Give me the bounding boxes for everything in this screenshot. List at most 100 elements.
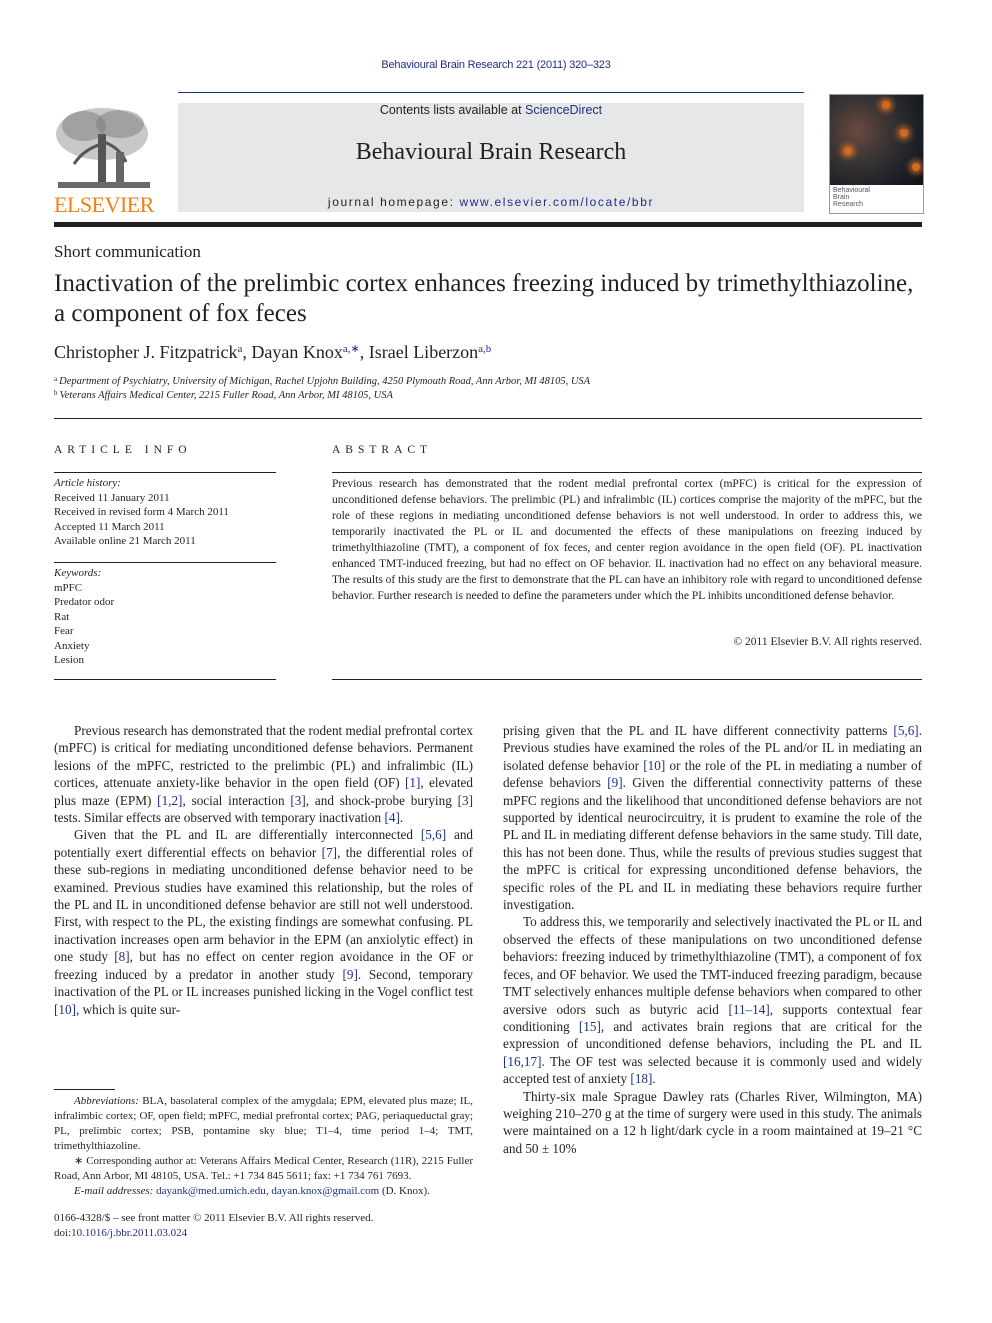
divider xyxy=(54,472,276,473)
body-text: , and shock-probe burying xyxy=(305,792,458,808)
citation-link[interactable]: [16,17] xyxy=(503,1054,541,1069)
sciencedirect-link[interactable]: ScienceDirect xyxy=(525,103,602,117)
tree-icon xyxy=(56,108,150,188)
doi-line: doi:10.1016/j.bbr.2011.03.024 xyxy=(54,1226,373,1241)
citation-link[interactable]: [10] xyxy=(54,1002,76,1017)
running-head[interactable]: Behavioural Brain Research 221 (2011) 32… xyxy=(0,59,992,71)
journal-cover-thumbnail[interactable]: Behavioural Brain Research xyxy=(829,94,924,214)
author-name[interactable]: Christopher J. Fitzpatrick xyxy=(54,342,237,362)
author-affiliation-marker[interactable]: a,b xyxy=(478,343,491,355)
homepage-line: journal homepage: www.elsevier.com/locat… xyxy=(178,195,804,209)
keywords: Keywords: mPFC Predator odor Rat Fear An… xyxy=(54,566,114,668)
body-paragraph: To address this, we temporarily and sele… xyxy=(503,913,922,1087)
divider xyxy=(54,562,276,563)
elsevier-wordmark: ELSEVIER xyxy=(54,192,154,217)
journal-title: Behavioural Brain Research xyxy=(355,139,627,165)
history-item: Available online 21 March 2011 xyxy=(54,535,196,547)
cover-title: Behavioural Brain Research xyxy=(833,187,870,208)
keywords-label: Keywords: xyxy=(54,567,102,579)
header-thick-rule xyxy=(54,222,922,227)
history-item: Received in revised form 4 March 2011 xyxy=(54,506,229,518)
article-info-heading: ARTICLE INFO xyxy=(54,444,192,456)
journal-homepage-link[interactable]: www.elsevier.com/locate/bbr xyxy=(459,195,654,209)
issn-line: 0166-4328/$ – see front matter © 2011 El… xyxy=(54,1212,374,1224)
citation-link[interactable]: [7] xyxy=(322,845,337,860)
author-name[interactable]: Dayan Knox xyxy=(251,342,342,362)
cover-title-line: Brain xyxy=(833,194,850,201)
affiliation-text: Department of Psychiatry, University of … xyxy=(59,376,591,387)
divider xyxy=(54,679,276,680)
neuron-glow-icon xyxy=(900,129,908,137)
divider xyxy=(332,472,922,473)
cover-title-line: Behavioural xyxy=(833,187,870,194)
contents-prefix: Contents lists available at xyxy=(379,103,526,117)
citation-link[interactable]: [1,2] xyxy=(157,793,182,808)
citation-link[interactable]: [11–14] xyxy=(728,1002,769,1017)
citation-link[interactable]: [10] xyxy=(643,758,665,773)
divider xyxy=(332,679,922,680)
keyword: Anxiety xyxy=(54,639,90,652)
journal-masthead: Contents lists available at ScienceDirec… xyxy=(178,103,804,212)
keyword: Predator odor xyxy=(54,596,115,608)
divider xyxy=(54,418,922,419)
citation-link[interactable]: [9] xyxy=(607,775,622,790)
body-text: , the differential roles of these sub-re… xyxy=(54,844,473,965)
keyword: mPFC xyxy=(54,581,83,594)
author-name[interactable]: Israel Liberzon xyxy=(369,342,478,362)
citation-link[interactable]: [5,6] xyxy=(893,723,918,738)
body-text: , which is quite sur- xyxy=(75,1001,181,1017)
history-label: Article history: xyxy=(54,477,121,489)
body-text: tests. Similar effects are observed with… xyxy=(54,810,385,826)
neuron-glow-icon xyxy=(882,101,890,109)
body-text: . xyxy=(399,810,404,826)
contents-line: Contents lists available at ScienceDirec… xyxy=(178,103,804,117)
abstract-heading: ABSTRACT xyxy=(332,444,433,456)
citation-link[interactable]: [15] xyxy=(579,1019,601,1034)
body-text: . Given the differential connectivity pa… xyxy=(503,775,922,913)
abbreviations-label: Abbreviations: xyxy=(74,1095,139,1107)
affiliation: a Department of Psychiatry, University of… xyxy=(54,375,590,389)
author-separator: , xyxy=(359,342,369,362)
citation-link[interactable]: [3] xyxy=(290,793,305,808)
author-affiliation-marker[interactable]: a,∗ xyxy=(343,343,360,355)
email-link[interactable]: dayan.knox@gmail.com xyxy=(271,1185,379,1197)
affiliation-key: b xyxy=(54,389,58,397)
abstract-copyright: © 2011 Elsevier B.V. All rights reserved… xyxy=(733,636,922,648)
neuron-glow-icon xyxy=(912,163,920,171)
history-item: Accepted 11 March 2011 xyxy=(54,520,165,533)
email-link[interactable]: dayank@med.umich.edu xyxy=(156,1185,266,1197)
email-footnote: E-mail addresses: dayank@med.umich.edu, … xyxy=(54,1184,473,1199)
doi-link[interactable]: 10.1016/j.bbr.2011.03.024 xyxy=(71,1227,187,1239)
body-text: Thirty-six male Sprague Dawley rats (Cha… xyxy=(503,1088,922,1156)
body-column-left: Previous research has demonstrated that … xyxy=(54,722,473,1018)
body-text: . xyxy=(652,1071,656,1087)
citation-link[interactable]: [1] xyxy=(405,775,420,790)
body-text: prising given that the PL and IL have di… xyxy=(503,723,894,738)
doi-prefix: doi: xyxy=(54,1227,72,1239)
keyword: Lesion xyxy=(54,654,84,666)
cover-title-line: Research xyxy=(833,201,863,208)
front-matter: 0166-4328/$ – see front matter © 2011 El… xyxy=(54,1211,373,1241)
homepage-prefix: journal homepage: xyxy=(327,195,460,209)
author-list: Christopher J. Fitzpatricka, Dayan Knoxa… xyxy=(54,342,491,363)
email-owner: (D. Knox). xyxy=(379,1185,430,1197)
body-paragraph: Previous research has demonstrated that … xyxy=(54,722,473,826)
citation-link[interactable]: [5,6] xyxy=(421,827,446,842)
cover-image xyxy=(830,95,923,185)
body-text: , social interaction xyxy=(182,792,291,808)
article-history: Article history: Received 11 January 201… xyxy=(54,476,229,549)
corresponding-author-footnote: ∗ Corresponding author at: Veterans Affa… xyxy=(54,1155,473,1182)
abstract-text: Previous research has demonstrated that … xyxy=(332,478,922,602)
citation-link[interactable]: [8] xyxy=(114,949,129,964)
keyword: Fear xyxy=(54,625,74,637)
history-item: Received 11 January 2011 xyxy=(54,491,170,504)
citation-link[interactable]: [4] xyxy=(384,810,399,825)
body-paragraph: Given that the PL and IL are differentia… xyxy=(54,826,473,1017)
citation-link[interactable]: [18] xyxy=(630,1071,652,1086)
top-rule xyxy=(178,92,804,93)
abbreviations-footnote: Abbreviations: BLA, basolateral complex … xyxy=(54,1094,473,1154)
footnotes: Abbreviations: BLA, basolateral complex … xyxy=(54,1094,473,1199)
section-type: Short communication xyxy=(54,242,201,261)
citation-link[interactable]: [9] xyxy=(342,967,357,982)
citation-link[interactable]: [3] xyxy=(458,793,473,808)
